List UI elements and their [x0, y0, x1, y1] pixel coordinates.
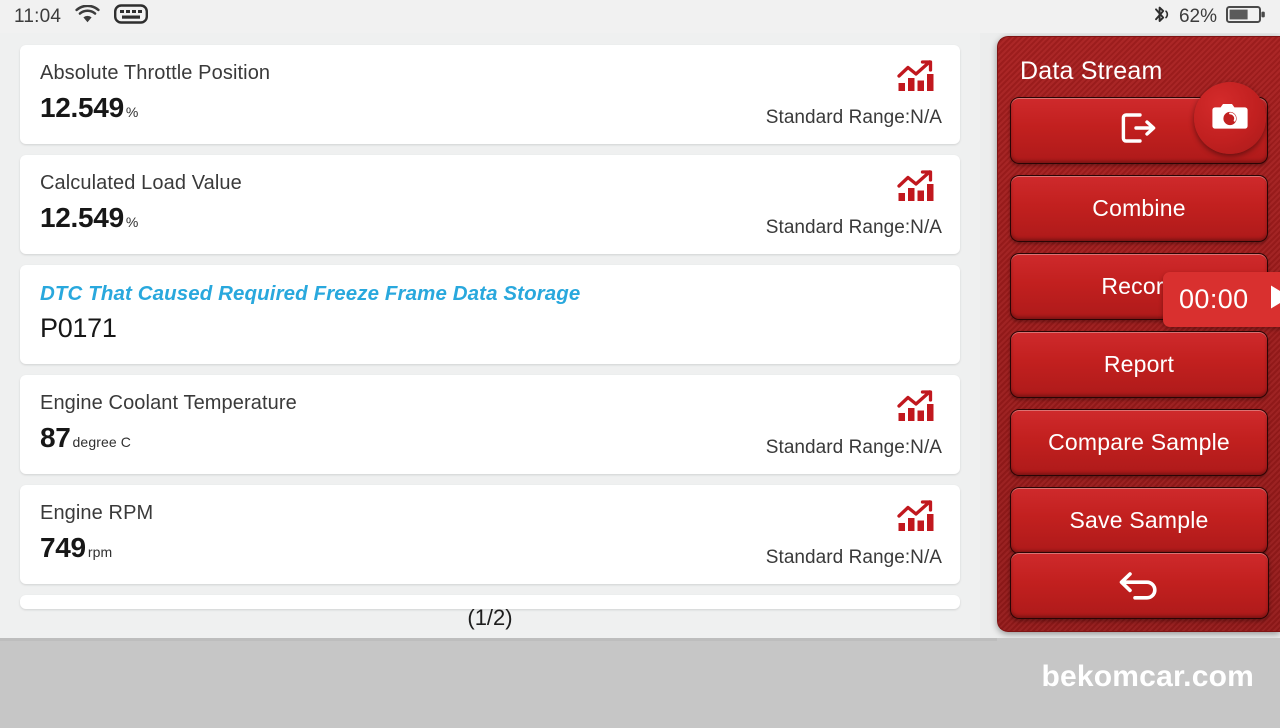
data-card-unit: rpm: [87, 544, 113, 560]
footer-divider: [0, 638, 997, 641]
dtc-card[interactable]: DTC That Caused Required Freeze Frame Da…: [20, 265, 960, 364]
dtc-code-value: P0171: [40, 312, 117, 343]
standard-range-text: Standard Range:N/A: [765, 547, 942, 568]
save-sample-button[interactable]: Save Sample: [1010, 487, 1268, 554]
panel-title: Data Stream: [1020, 57, 1163, 85]
screenshot-camera-button[interactable]: [1194, 82, 1266, 154]
data-card-right: Standard Range:N/A: [766, 169, 942, 239]
data-card[interactable]: Engine RPM 749 rpm Standard Range:N/A: [20, 485, 960, 584]
scanner-screen: 11:04 62% Absolute Throttle Position 12.…: [0, 0, 1280, 728]
status-bar-right: 62%: [1150, 4, 1266, 30]
data-card-unit: %: [125, 214, 139, 230]
data-card-value: 749: [40, 532, 86, 563]
dtc-card-value-row: P0171: [40, 313, 942, 344]
status-clock: 11:04: [14, 5, 62, 27]
status-bar-left: 11:04: [14, 3, 149, 30]
bar-chart-trend-icon[interactable]: [896, 59, 936, 98]
bluetooth-icon: [1150, 4, 1170, 30]
standard-range-text: Standard Range:N/A: [765, 107, 942, 128]
data-card-right: Standard Range:N/A: [766, 59, 942, 129]
battery-icon: [1226, 4, 1266, 30]
data-stream-list[interactable]: Absolute Throttle Position 12.549 % Stan…: [0, 33, 980, 638]
record-timer-overlay[interactable]: 00:00: [1163, 272, 1280, 327]
back-button[interactable]: [1010, 552, 1269, 619]
standard-range-text: Standard Range:N/A: [765, 217, 942, 238]
camera-icon: [1210, 100, 1250, 137]
data-card[interactable]: Engine Coolant Temperature 87 degree C S…: [20, 375, 960, 474]
back-arrow-icon: [1117, 566, 1163, 605]
data-stream-panel: Data Stream Combine Record Report Compar…: [997, 36, 1280, 632]
data-card-unit: degree C: [72, 434, 131, 450]
wifi-icon: [75, 4, 100, 29]
data-card-value: 12.549: [40, 202, 124, 233]
combine-button[interactable]: Combine: [1010, 175, 1268, 242]
data-card-right: Standard Range:N/A: [766, 499, 942, 569]
dtc-card-label: DTC That Caused Required Freeze Frame Da…: [40, 282, 581, 305]
keyboard-icon: [114, 3, 149, 30]
report-button[interactable]: Report: [1010, 331, 1268, 398]
data-card[interactable]: Calculated Load Value 12.549 % Standard …: [20, 155, 960, 254]
page-indicator: (1/2): [467, 605, 513, 630]
data-card-unit: %: [125, 104, 139, 120]
watermark-text: bekomcar.com: [1041, 660, 1254, 693]
battery-percent: 62%: [1178, 5, 1217, 27]
data-card[interactable]: Absolute Throttle Position 12.549 % Stan…: [20, 45, 960, 144]
play-icon[interactable]: [1265, 282, 1280, 317]
record-timer-value: 00:00: [1179, 284, 1249, 314]
data-card-right: Standard Range:N/A: [766, 389, 942, 459]
compare-sample-button[interactable]: Compare Sample: [1010, 409, 1268, 476]
exit-icon: [1120, 110, 1158, 152]
bar-chart-trend-icon[interactable]: [896, 389, 936, 428]
standard-range-text: Standard Range:N/A: [765, 437, 942, 458]
data-card-value: 12.549: [40, 92, 124, 123]
data-card-value: 87: [40, 422, 71, 453]
status-bar: 11:04 62%: [0, 0, 1280, 33]
bar-chart-trend-icon[interactable]: [896, 499, 936, 538]
footer-bar: bekomcar.com: [0, 638, 1280, 728]
bar-chart-trend-icon[interactable]: [896, 169, 936, 208]
